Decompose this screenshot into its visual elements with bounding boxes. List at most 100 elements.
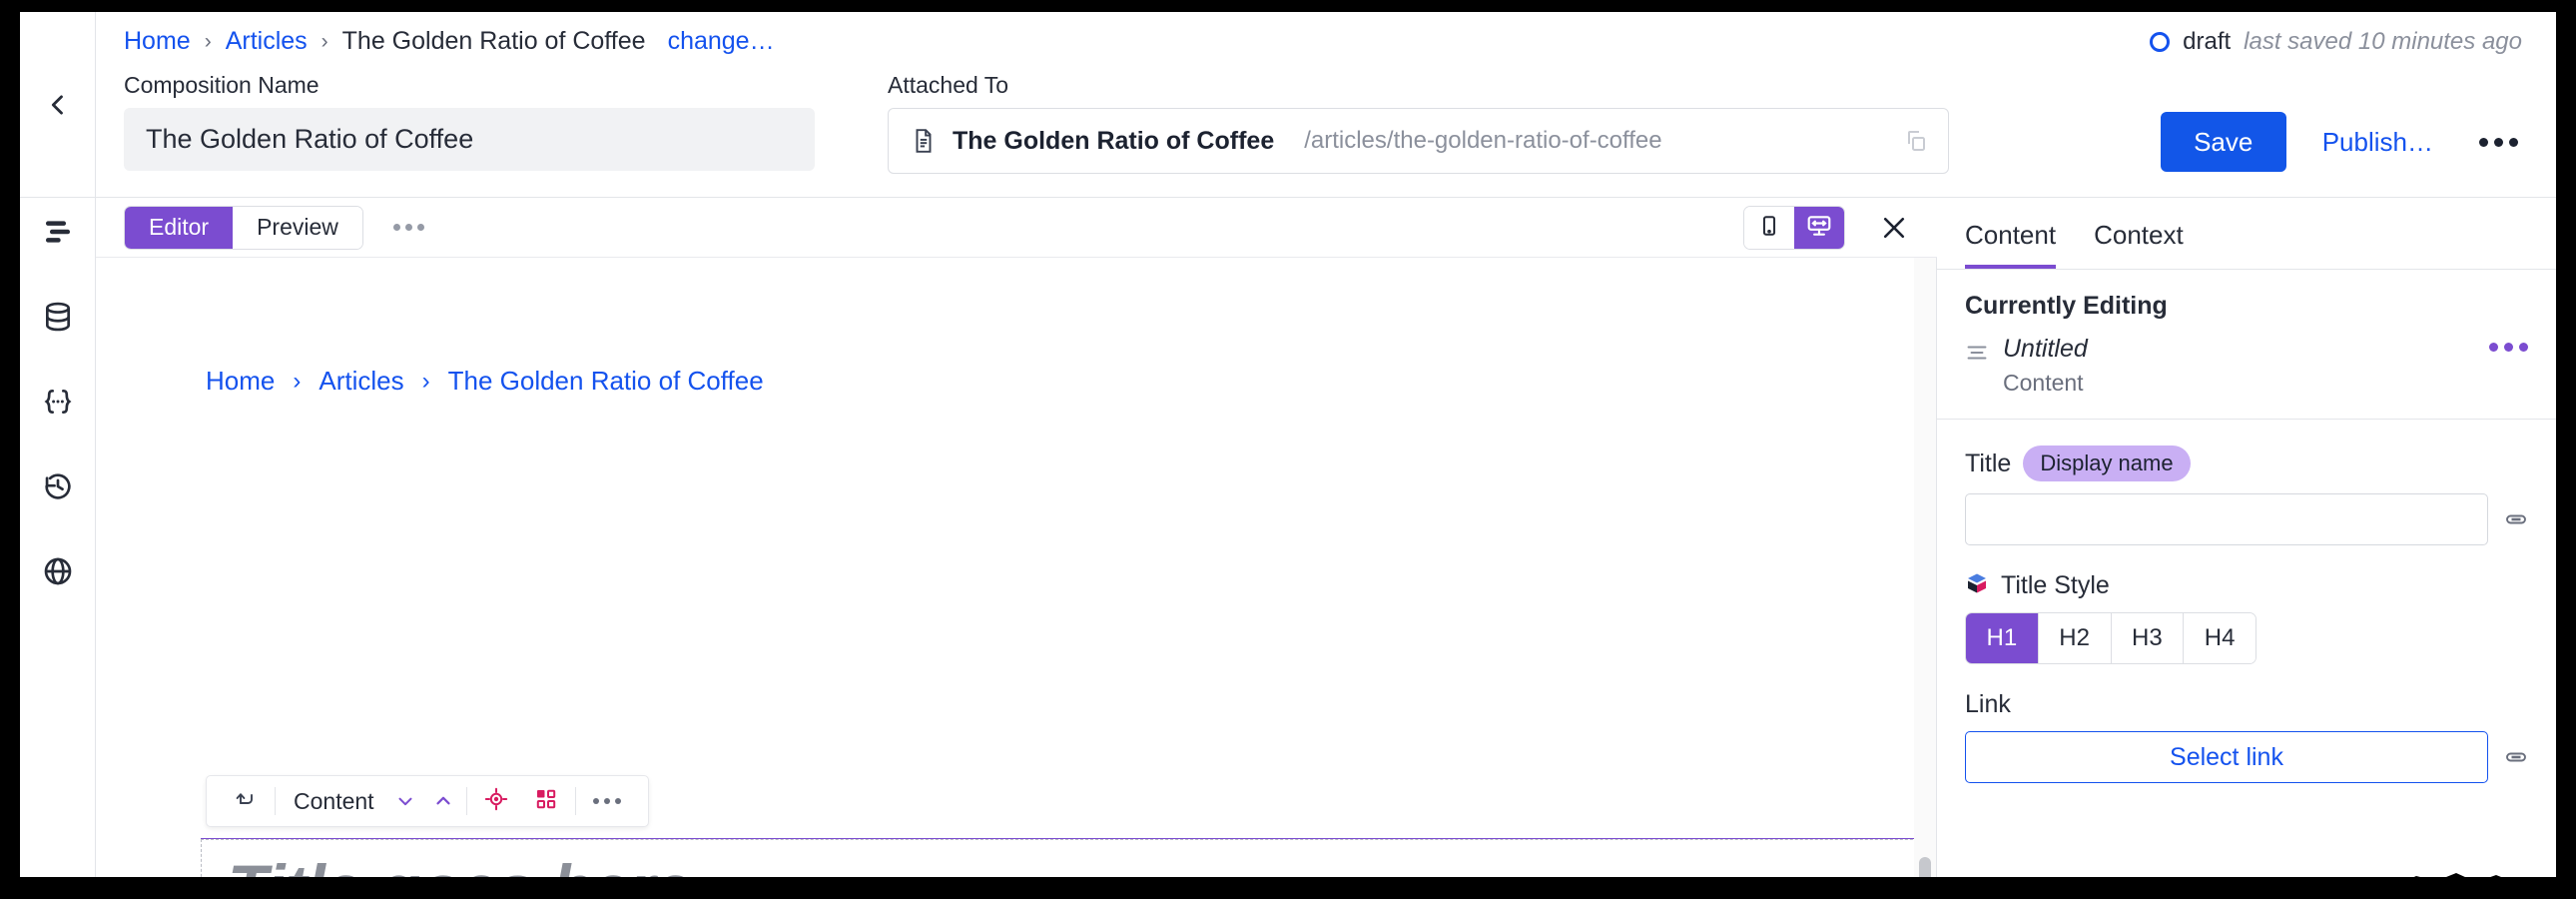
title-style-label: Title Style	[2001, 571, 2110, 599]
breadcrumb-separator: ›	[204, 29, 212, 53]
title-style-field-group: Title Style H1 H2 H3 H4	[1937, 571, 2556, 664]
attached-to-box[interactable]: The Golden Ratio of Coffee /articles/the…	[888, 108, 1949, 174]
panel-tabs: Content Context	[1937, 198, 2556, 270]
tab-editor[interactable]: Editor	[125, 206, 234, 249]
change-link[interactable]: change…	[668, 28, 775, 54]
sidebar-item-parameters[interactable]	[42, 386, 74, 423]
app-header: Home › Articles › The Golden Ratio of Co…	[20, 12, 2556, 198]
currently-editing-more-button[interactable]	[2489, 343, 2528, 352]
device-responsive-button[interactable]	[1794, 207, 1844, 249]
currently-editing-heading: Currently Editing	[1965, 292, 2168, 320]
header-more-button[interactable]	[2469, 128, 2528, 157]
canvas-breadcrumb-item-home[interactable]: Home	[206, 366, 275, 397]
ellipsis-icon	[392, 224, 400, 231]
select-link-button[interactable]: Select link	[1965, 731, 2488, 783]
editor-toolbar: Editor Preview	[96, 198, 1937, 258]
composition-name-label: Composition Name	[124, 72, 320, 98]
device-mobile-button[interactable]	[1744, 207, 1794, 249]
chain-link-icon[interactable]	[2504, 745, 2528, 769]
ellipsis-icon	[2509, 137, 2518, 147]
ellipsis-icon	[592, 798, 599, 804]
sidebar-item-navigation[interactable]	[42, 216, 74, 253]
composition-name-input[interactable]	[124, 108, 815, 171]
target-focus-icon	[484, 787, 508, 816]
canvas-breadcrumb: Home › Articles › The Golden Ratio of Co…	[206, 366, 764, 397]
focus-component-button[interactable]	[471, 787, 521, 816]
select-parent-button[interactable]	[221, 787, 271, 816]
title-style-header: Title Style	[1965, 571, 2528, 600]
app-window: Home › Articles › The Golden Ratio of Co…	[20, 12, 2556, 877]
editor-mode-switch: Editor Preview	[124, 205, 363, 250]
title-field-label: Title	[1965, 449, 2012, 477]
content-lines-icon	[1965, 341, 1989, 365]
title-placeholder[interactable]: Title goes here	[228, 850, 692, 877]
toolbar-divider	[574, 787, 576, 815]
move-up-button[interactable]	[424, 790, 462, 812]
heading-option-h1[interactable]: H1	[1966, 613, 2039, 663]
save-button[interactable]: Save	[2160, 112, 2286, 172]
title-input-row	[1965, 493, 2528, 545]
link-input-row: Select link	[1965, 731, 2528, 783]
breadcrumb-separator: ›	[321, 29, 328, 53]
canvas-breadcrumb-item-current[interactable]: The Golden Ratio of Coffee	[448, 366, 764, 397]
properties-panel: Content Context Currently Editing Untitl…	[1937, 198, 2556, 877]
heading-option-h2[interactable]: H2	[2038, 613, 2112, 663]
layers-menu-icon	[42, 216, 74, 253]
responsive-desktop-icon	[1806, 213, 1832, 244]
tab-preview[interactable]: Preview	[233, 206, 362, 249]
attached-to-label: Attached To	[888, 72, 1009, 98]
link-field-group: Link Select link	[1937, 690, 2556, 783]
currently-editing-row: Untitled Content	[1965, 335, 2528, 397]
move-down-button[interactable]	[386, 790, 424, 812]
currently-editing-subtitle: Content	[2003, 370, 2084, 396]
sidebar-item-data[interactable]	[42, 301, 74, 338]
ellipsis-icon	[2504, 343, 2513, 352]
breadcrumb-item-home[interactable]: Home	[124, 28, 191, 54]
chain-link-icon[interactable]	[2504, 507, 2528, 531]
document-icon	[911, 128, 937, 154]
editor-more-button[interactable]	[392, 224, 424, 231]
toolbar-divider	[465, 787, 467, 815]
header-main: Home › Articles › The Golden Ratio of Co…	[96, 12, 2556, 197]
globe-icon	[42, 555, 74, 592]
ellipsis-icon	[2479, 137, 2488, 147]
heading-option-h4[interactable]: H4	[2184, 613, 2255, 663]
copy-icon[interactable]	[1904, 129, 1928, 153]
sidebar-item-locales[interactable]	[42, 555, 74, 592]
tab-content[interactable]: Content	[1965, 220, 2057, 269]
link-field-header: Link	[1965, 690, 2528, 719]
canvas-breadcrumb-item-articles[interactable]: Articles	[319, 366, 403, 397]
tab-context[interactable]: Context	[2094, 220, 2184, 269]
composition-name-field: Composition Name	[124, 72, 815, 171]
component-patterns-button[interactable]	[521, 787, 571, 816]
title-field-group: Title Display name	[1937, 446, 2556, 545]
component-more-button[interactable]	[580, 798, 634, 804]
breadcrumb-separator: ›	[293, 367, 302, 395]
heading-option-h3[interactable]: H3	[2111, 613, 2185, 663]
close-icon[interactable]	[1873, 207, 1915, 249]
currently-editing-title: Untitled	[2003, 335, 2088, 363]
last-saved-text: last saved 10 minutes ago	[2244, 28, 2522, 55]
ellipsis-icon	[603, 798, 610, 804]
canvas-scrollbar-thumb[interactable]	[1919, 857, 1931, 877]
content-block[interactable]: Title goes here Text goes here	[201, 839, 1936, 877]
back-button[interactable]	[20, 12, 96, 197]
breadcrumb-item-articles[interactable]: Articles	[226, 28, 308, 54]
title-input[interactable]	[1965, 493, 2488, 545]
attached-to-title: The Golden Ratio of Coffee	[953, 126, 1275, 155]
title-field-header: Title Display name	[1965, 446, 2528, 481]
ellipsis-icon	[2519, 343, 2528, 352]
ellipsis-icon	[416, 224, 424, 231]
ellipsis-icon	[614, 798, 621, 804]
components-icon	[534, 787, 558, 816]
database-icon	[42, 301, 74, 338]
publish-button[interactable]: Publish…	[2322, 127, 2433, 158]
display-name-badge: Display name	[2023, 446, 2191, 481]
canvas-scrollbar[interactable]	[1914, 258, 1936, 877]
arrow-up-left-icon	[234, 787, 258, 816]
sidebar-item-history[interactable]	[42, 470, 74, 507]
cube-stack-icon	[1965, 571, 1989, 600]
chevron-left-icon	[44, 91, 72, 119]
code-braces-icon	[42, 386, 74, 423]
ellipsis-icon	[2494, 137, 2503, 147]
